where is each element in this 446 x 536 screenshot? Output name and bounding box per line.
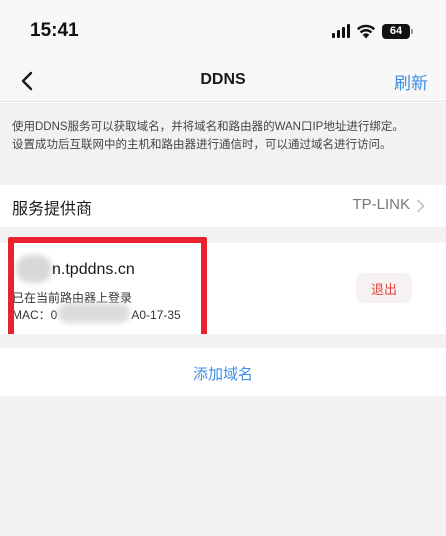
highlight-frame bbox=[8, 237, 207, 340]
nav-bar: DDNS 刷新 bbox=[0, 60, 446, 102]
wifi-icon bbox=[357, 24, 375, 39]
add-domain-button[interactable]: 添加域名 bbox=[0, 348, 446, 396]
cellular-signal-icon bbox=[332, 24, 350, 38]
chevron-right-icon bbox=[417, 199, 425, 213]
page-title: DDNS bbox=[200, 71, 246, 88]
status-bar: 15:41 64 bbox=[0, 0, 446, 60]
service-provider-row[interactable]: 服务提供商 TP-LINK bbox=[0, 185, 446, 227]
status-time: 15:41 bbox=[30, 20, 79, 41]
section-divider bbox=[0, 334, 446, 348]
ddns-description: 使用DDNS服务可以获取域名，并将域名和路由器的WAN口IP地址进行绑定。设置成… bbox=[0, 103, 446, 185]
battery-icon: 64 bbox=[382, 23, 413, 39]
service-provider-label: 服务提供商 bbox=[12, 201, 93, 218]
logout-button[interactable]: 退出 bbox=[356, 273, 412, 303]
status-icons: 64 bbox=[332, 21, 413, 41]
service-provider-value: TP-LINK bbox=[352, 196, 410, 213]
empty-area bbox=[0, 396, 446, 536]
refresh-button[interactable]: 刷新 bbox=[394, 69, 428, 94]
